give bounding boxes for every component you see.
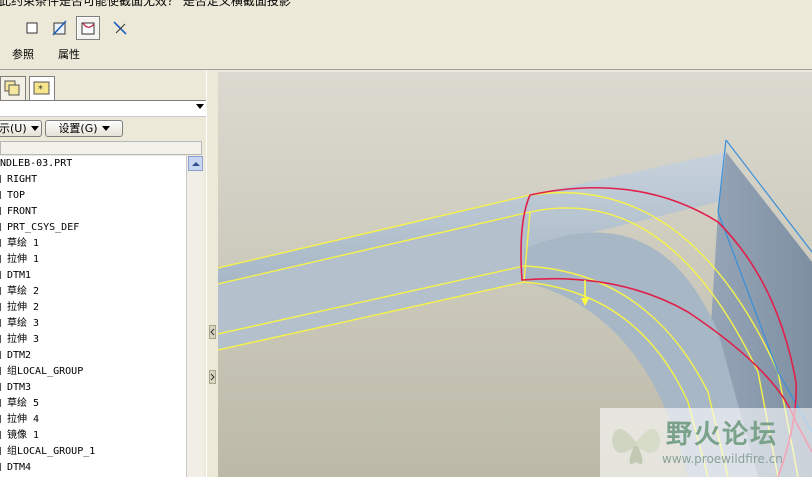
tree-item[interactable]: 镜像 1 <box>0 428 39 444</box>
butterfly-logo-icon <box>612 428 660 464</box>
graphics-viewport[interactable]: 野火论坛 www.proewildfire.cn <box>218 72 812 477</box>
tree-item[interactable]: 组LOCAL_GROUP <box>0 364 83 380</box>
feature-icon <box>0 447 6 455</box>
tab-references[interactable]: 参照 <box>12 46 34 62</box>
chevron-up-icon <box>191 161 200 166</box>
tree-item-label: DTM2 <box>7 350 32 361</box>
layers-icon <box>4 80 20 96</box>
tree-item[interactable]: 拉伸 1 <box>0 252 39 268</box>
settings-button-label: 设置(G) <box>58 122 98 135</box>
feature-icon <box>0 223 6 231</box>
dashboard-toolbar: 此约束条件是否可能使截面无效？ 是否定义横截面投影 参照 属性 <box>0 0 812 70</box>
tree-item-label: 拉伸 1 <box>7 254 40 265</box>
feature-icon <box>0 239 6 247</box>
square-icon[interactable] <box>20 16 44 40</box>
feature-icon <box>0 351 6 359</box>
feature-icon <box>0 271 6 279</box>
slash-square-icon[interactable] <box>48 16 72 40</box>
navigator-panel: * 示(U) 设置(G) NDLEB-03.PRT RIGHT TOP FRONT PR… <box>0 70 206 477</box>
svg-text:*: * <box>38 84 43 95</box>
settings-button[interactable]: 设置(G) <box>45 120 123 137</box>
chevron-down-icon <box>101 126 110 131</box>
feature-icon <box>0 431 6 439</box>
prompt-message: 此约束条件是否可能使截面无效？ 是否定义横截面投影 <box>0 0 291 8</box>
feature-icon <box>0 463 6 471</box>
watermark: 野火论坛 www.proewildfire.cn <box>600 408 812 477</box>
feature-icon <box>0 175 6 183</box>
tree-item-label: FRONT <box>7 206 38 217</box>
feature-icon <box>0 399 6 407</box>
feature-icon <box>0 255 6 263</box>
tree-item-label: 草绘 5 <box>7 398 40 409</box>
collapse-left-handle[interactable] <box>209 325 216 339</box>
tree-item-label: TOP <box>7 190 26 201</box>
tree-item[interactable]: 草绘 5 <box>0 396 39 412</box>
tree-item-label: DTM3 <box>7 382 32 393</box>
tree-item-label: PRT_CSYS_DEF <box>7 222 80 233</box>
tree-item[interactable]: 草绘 2 <box>0 284 39 300</box>
tree-item-label: RIGHT <box>7 174 38 185</box>
star-folder-icon: * <box>33 81 50 95</box>
feature-icon <box>0 207 6 215</box>
filter-strip <box>0 141 202 155</box>
tree-item[interactable]: PRT_CSYS_DEF <box>0 220 79 236</box>
tree-item[interactable]: DTM4 <box>0 460 31 476</box>
watermark-url: www.proewildfire.cn <box>662 452 783 466</box>
chevron-down-icon <box>30 126 39 131</box>
diagonal-arrows-icon[interactable] <box>108 16 132 40</box>
tree-item[interactable]: 拉伸 3 <box>0 332 39 348</box>
chevron-down-icon <box>196 104 204 109</box>
tree-item[interactable]: DTM3 <box>0 380 31 396</box>
feature-icon <box>0 191 6 199</box>
feature-icon <box>0 319 6 327</box>
folder-browser-tab[interactable]: * <box>29 76 55 100</box>
tree-item-label: NDLEB-03.PRT <box>0 158 73 169</box>
tree-item[interactable]: 草绘 3 <box>0 316 39 332</box>
navigator-dropdown[interactable] <box>0 100 206 117</box>
feature-icon <box>0 415 6 423</box>
feature-icon <box>0 383 6 391</box>
model-tree-tab[interactable] <box>0 76 26 100</box>
model-tree[interactable]: NDLEB-03.PRT RIGHT TOP FRONT PRT_CSYS_DEF 草绘 … <box>0 156 186 477</box>
tree-item-label: 草绘 1 <box>7 238 40 249</box>
tree-item[interactable]: 草绘 1 <box>0 236 39 252</box>
tree-item-label: DTM4 <box>7 462 32 473</box>
tree-item-label: 拉伸 4 <box>7 414 40 425</box>
tree-item-label: DTM1 <box>7 270 32 281</box>
show-button[interactable]: 示(U) <box>0 120 42 137</box>
model-tree-scrollbar[interactable] <box>186 156 204 477</box>
scroll-up-button[interactable] <box>188 156 203 171</box>
tree-item-label: 镜像 1 <box>7 430 40 441</box>
tree-item[interactable]: 拉伸 4 <box>0 412 39 428</box>
curve-corner-icon[interactable] <box>76 16 100 40</box>
tree-item-label: 草绘 3 <box>7 318 40 329</box>
tree-item-label: 草绘 2 <box>7 286 40 297</box>
tree-item-label: 拉伸 3 <box>7 334 40 345</box>
tab-properties[interactable]: 属性 <box>58 46 80 62</box>
tree-item[interactable]: TOP <box>0 188 25 204</box>
feature-icon <box>0 367 6 375</box>
tree-item[interactable]: 拉伸 2 <box>0 300 39 316</box>
show-button-label: 示(U) <box>0 122 27 135</box>
tree-item-label: 拉伸 2 <box>7 302 40 313</box>
expand-right-handle[interactable] <box>209 370 216 384</box>
feature-icon <box>0 287 6 295</box>
tree-item[interactable]: FRONT <box>0 204 37 220</box>
tree-item[interactable]: NDLEB-03.PRT <box>0 156 72 172</box>
feature-icon <box>0 335 6 343</box>
tree-item[interactable]: DTM1 <box>0 268 31 284</box>
tree-item[interactable]: 组LOCAL_GROUP_1 <box>0 444 95 460</box>
tree-item[interactable]: RIGHT <box>0 172 37 188</box>
feature-icon <box>0 303 6 311</box>
tree-item-label: 组LOCAL_GROUP_1 <box>7 446 96 457</box>
watermark-title: 野火论坛 <box>666 420 779 450</box>
tree-item-label: 组LOCAL_GROUP <box>7 366 84 377</box>
tree-item[interactable]: DTM2 <box>0 348 31 364</box>
